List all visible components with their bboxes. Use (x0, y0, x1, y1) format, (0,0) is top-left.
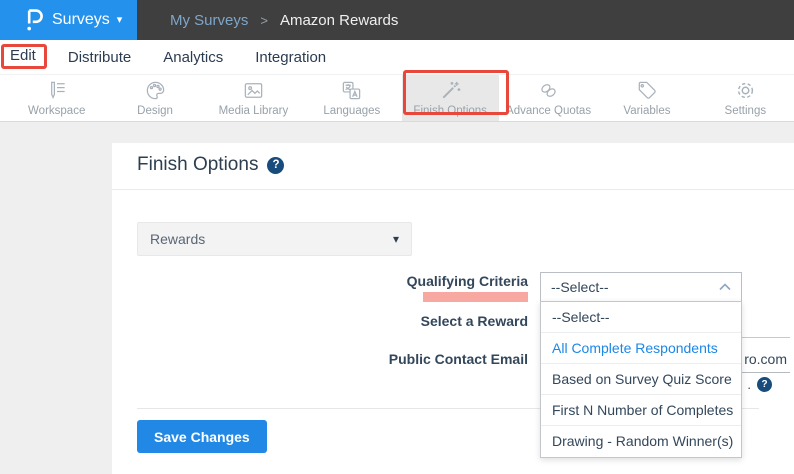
breadcrumb: My Surveys > Amazon Rewards (137, 0, 794, 40)
workspace-icon (51, 81, 65, 99)
qualifying-criteria-dropdown: --Select-- All Complete Respondents Based … (540, 301, 742, 458)
nav-tab-distribute[interactable]: Distribute (68, 49, 131, 66)
finish-options-icon (442, 81, 461, 99)
save-changes-button[interactable]: Save Changes (137, 420, 267, 453)
qualifying-criteria-value: --Select-- (551, 279, 609, 295)
qualifying-criteria-select[interactable]: --Select-- (540, 272, 742, 302)
breadcrumb-separator: > (260, 12, 268, 28)
toolbar-item-advance-quotas[interactable]: Advance Quotas (500, 75, 597, 121)
toolbar-label: Workspace (28, 105, 86, 117)
toolbar-label: Finish Options (413, 105, 487, 117)
toolbar-item-design[interactable]: Design (106, 75, 203, 121)
variables-icon (639, 81, 657, 99)
languages-icon (343, 81, 361, 100)
nav-tab-integration[interactable]: Integration (255, 49, 326, 66)
settings-icon (737, 82, 753, 99)
toolbar-label: Variables (623, 105, 671, 117)
qualifying-criteria-option[interactable]: First N Number of Completes (541, 395, 741, 426)
title-divider (112, 189, 794, 190)
toolbar-item-media-library[interactable]: Media Library (205, 75, 302, 121)
media-library-icon (244, 83, 263, 98)
toolbar-label: Media Library (218, 105, 289, 117)
toolbar-item-settings[interactable]: Settings (697, 75, 794, 121)
qualifying-criteria-option[interactable]: Drawing - Random Winner(s) (541, 426, 741, 457)
design-icon (146, 81, 164, 100)
toolbar-item-workspace[interactable]: Workspace (8, 75, 105, 121)
toolbar-item-finish-options[interactable]: Finish Options (401, 75, 499, 121)
page-title: Finish Options (137, 154, 259, 175)
edit-toolbar: Workspace Design Media Library Languages… (0, 75, 794, 122)
page-title-row: Finish Options (137, 154, 285, 176)
finish-options-panel: Finish Options Rewards ▾ Qualifying Crit… (112, 143, 794, 474)
public-contact-email-label: Public Contact Email (388, 351, 528, 367)
qualifying-criteria-option[interactable]: --Select-- (541, 302, 741, 333)
toolbar-label: Advance Quotas (506, 105, 592, 117)
nav-tab-analytics[interactable]: Analytics (163, 49, 223, 66)
breadcrumb-current-survey: Amazon Rewards (279, 11, 399, 29)
qualifying-criteria-label: Qualifying Criteria (406, 273, 528, 289)
product-name: Surveys (52, 11, 110, 28)
help-icon[interactable] (267, 156, 285, 174)
top-bar: Surveys ▾ My Surveys > Amazon Rewards (0, 0, 794, 40)
email-helper-text: . (747, 377, 751, 392)
questionpro-logo-icon (27, 9, 43, 31)
chevron-up-icon (719, 283, 731, 291)
caret-down-icon: ▾ (116, 13, 123, 26)
toolbar-label: Design (137, 105, 173, 117)
qualifying-criteria-option[interactable]: Based on Survey Quiz Score (541, 364, 741, 395)
qualifying-criteria-option[interactable]: All Complete Respondents (541, 333, 741, 364)
nav-tab-edit[interactable]: Edit (10, 47, 36, 68)
product-switcher[interactable]: Surveys ▾ (0, 0, 137, 40)
help-icon[interactable] (757, 377, 772, 392)
toolbar-item-variables[interactable]: Variables (598, 75, 695, 121)
app-window: Surveys ▾ My Surveys > Amazon Rewards Ed… (0, 0, 794, 474)
toolbar-label: Settings (724, 105, 767, 117)
select-a-reward-label: Select a Reward (420, 313, 528, 329)
toolbar-item-languages[interactable]: Languages (303, 75, 400, 121)
advance-quotas-icon (541, 84, 556, 97)
toolbar-label: Languages (323, 105, 381, 117)
qualifying-criteria-highlight (423, 292, 528, 302)
caret-down-icon: ▾ (392, 232, 399, 246)
main-nav: Edit Distribute Analytics Integration (0, 40, 794, 75)
breadcrumb-my-surveys[interactable]: My Surveys (170, 12, 248, 29)
survey-type-select[interactable]: Rewards ▾ (137, 222, 412, 256)
survey-type-value: Rewards (150, 231, 206, 247)
